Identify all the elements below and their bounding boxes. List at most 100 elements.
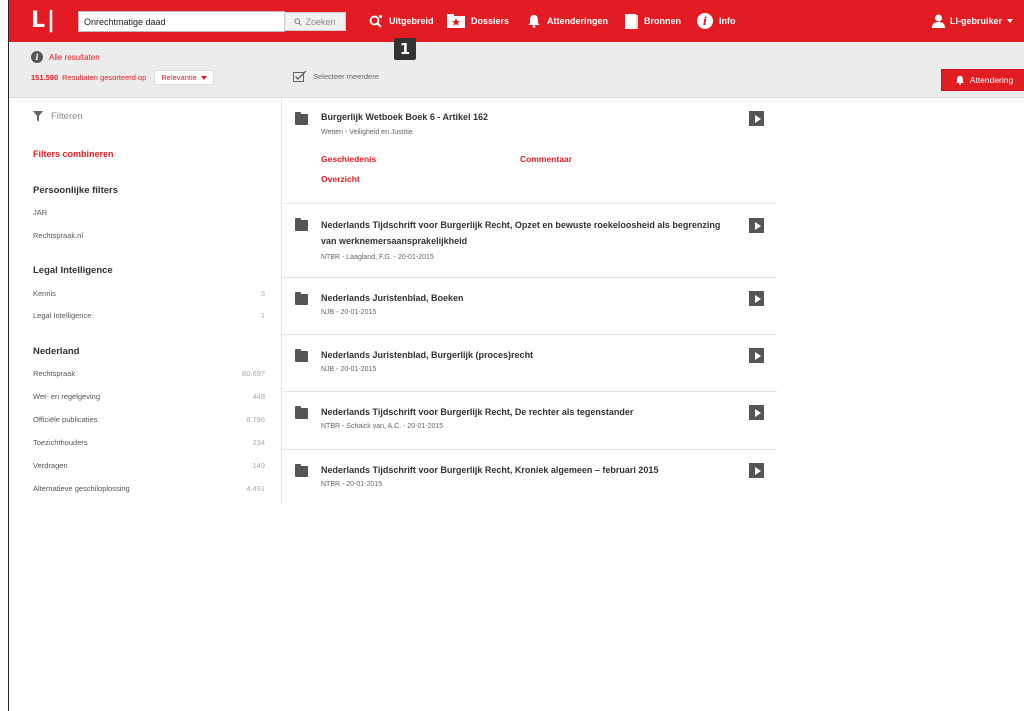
filter-header[interactable]: Filteren bbox=[33, 111, 83, 122]
result-item: Nederlands Juristenblad, Burgerlijk (pro… bbox=[283, 335, 777, 392]
dossier-star-icon[interactable] bbox=[295, 349, 308, 362]
nav-advanced[interactable]: Uitgebreid bbox=[369, 0, 434, 42]
result-link-geschiedenis[interactable]: Geschiedenis bbox=[321, 154, 376, 164]
result-meta: NJB - 20-01-2015 bbox=[321, 309, 377, 316]
user-label: LI-gebruiker bbox=[949, 16, 1002, 26]
nav-info[interactable]: i Info bbox=[697, 0, 736, 42]
result-meta: NJB - 20-01-2015 bbox=[321, 366, 377, 373]
play-icon[interactable] bbox=[749, 348, 764, 363]
search-button[interactable]: Zoeken bbox=[284, 12, 346, 31]
play-icon[interactable] bbox=[749, 111, 764, 126]
result-meta: Wetten - Veiligheid en Justitie bbox=[321, 129, 413, 136]
filter-item-count: 8.796 bbox=[246, 415, 265, 424]
search-icon bbox=[294, 17, 303, 26]
filter-item-label: Verdragen bbox=[33, 461, 68, 470]
checklist-icon bbox=[293, 70, 307, 82]
result-item: Burgerlijk Wetboek Boek 6 - Artikel 162 … bbox=[283, 99, 777, 204]
filter-item-label: Rechtspraak.nl bbox=[33, 231, 84, 240]
result-item: Nederlands Tijdschrift voor Burgerlijk R… bbox=[283, 204, 777, 278]
user-menu[interactable]: LI-gebruiker bbox=[931, 0, 1013, 42]
result-title[interactable]: Nederlands Juristenblad, Burgerlijk (pro… bbox=[321, 347, 721, 363]
all-results-label: Alle resultaten bbox=[49, 52, 100, 62]
user-icon bbox=[931, 14, 945, 28]
filter-item[interactable]: JAR bbox=[33, 208, 265, 217]
filter-item[interactable]: Legal Intelligence 1 bbox=[33, 311, 265, 320]
info-icon: i bbox=[31, 51, 43, 63]
filter-item[interactable]: Kennis 3 bbox=[33, 289, 265, 298]
filter-item-label: Wet- en regelgeving bbox=[33, 392, 100, 401]
search-bar: Zoeken bbox=[78, 11, 359, 32]
bell-icon bbox=[955, 75, 964, 85]
filter-item-label: Officiële publicaties bbox=[33, 415, 98, 424]
filter-item[interactable]: Verdragen 149 bbox=[33, 461, 265, 470]
dossier-star-icon bbox=[447, 14, 465, 28]
search-button-label: Zoeken bbox=[305, 16, 336, 27]
filter-item[interactable]: Toezichthouders 234 bbox=[33, 438, 265, 447]
result-link-commentaar[interactable]: Commentaar bbox=[520, 154, 572, 164]
all-results-link[interactable]: i Alle resultaten bbox=[31, 51, 100, 63]
play-icon[interactable] bbox=[749, 405, 764, 420]
sort-select-value: Relevantie bbox=[161, 73, 197, 82]
dossier-star-icon[interactable] bbox=[295, 218, 308, 231]
funnel-icon bbox=[33, 111, 43, 122]
legal-intelligence-heading: Legal Intelligence bbox=[33, 265, 113, 276]
logo[interactable]: L| bbox=[31, 9, 55, 33]
filter-item[interactable]: Wet- en regelgeving 448 bbox=[33, 392, 265, 401]
bell-icon bbox=[528, 15, 540, 28]
nav-info-label: Info bbox=[719, 16, 736, 26]
filter-sidebar: Filteren Filters combineren Persoonlijke… bbox=[9, 99, 282, 504]
dossier-star-icon[interactable] bbox=[295, 464, 308, 477]
play-icon[interactable] bbox=[749, 291, 764, 306]
nav-attenderingen[interactable]: Attenderingen bbox=[527, 0, 608, 42]
result-item: Nederlands Tijdschrift voor Burgerlijk R… bbox=[283, 392, 777, 450]
filter-item-label: Toezichthouders bbox=[33, 438, 88, 447]
nav-dossiers[interactable]: Dossiers bbox=[447, 0, 509, 42]
nederland-heading: Nederland bbox=[33, 346, 80, 357]
play-icon[interactable] bbox=[749, 463, 764, 478]
result-title[interactable]: Nederlands Juristenblad, Boeken bbox=[321, 290, 721, 306]
filter-item-count: 4.491 bbox=[246, 484, 265, 493]
filter-item-count: 1 bbox=[260, 311, 265, 320]
callout-badge-1: 1 bbox=[394, 38, 416, 60]
dossier-star-icon[interactable] bbox=[295, 292, 308, 305]
advanced-search-icon bbox=[369, 14, 383, 28]
filter-item[interactable]: Rechtspraak 80.697 bbox=[33, 369, 265, 378]
filter-item-label: JAR bbox=[33, 208, 48, 217]
filter-item-count: 3 bbox=[260, 289, 265, 298]
personal-filters-heading: Persoonlijke filters bbox=[33, 185, 119, 196]
play-icon[interactable] bbox=[749, 218, 764, 233]
sort-select[interactable]: Relevantie bbox=[154, 70, 214, 85]
result-meta: NTBR - Schaick van, A.C. - 20-01-2015 bbox=[321, 423, 444, 430]
select-multiple-button[interactable]: Selecteer meerdere bbox=[293, 70, 379, 82]
nav-bronnen-label: Bronnen bbox=[644, 16, 681, 26]
info-icon: i bbox=[697, 13, 713, 29]
result-title[interactable]: Nederlands Tijdschrift voor Burgerlijk R… bbox=[321, 217, 721, 249]
attendering-button[interactable]: Attendering bbox=[941, 69, 1024, 91]
filter-item-count: 448 bbox=[252, 392, 265, 401]
result-title[interactable]: Nederlands Tijdschrift voor Burgerlijk R… bbox=[321, 404, 721, 420]
app-frame: L| Zoeken Uitgebreid Dossiers Attenderin… bbox=[8, 0, 1024, 711]
nav-bronnen[interactable]: Bronnen bbox=[625, 0, 681, 42]
filter-item-label: Alternatieve geschiloplossing bbox=[33, 484, 130, 493]
chevron-down-icon bbox=[200, 75, 207, 80]
result-title[interactable]: Burgerlijk Wetboek Boek 6 - Artikel 162 bbox=[321, 109, 721, 125]
result-title[interactable]: Nederlands Tijdschrift voor Burgerlijk R… bbox=[321, 462, 721, 478]
result-count-suffix: Resultaten gesorteerd op bbox=[62, 73, 147, 82]
filter-item[interactable]: Alternatieve geschiloplossing 4.491 bbox=[33, 484, 265, 493]
search-input[interactable] bbox=[78, 11, 285, 32]
filter-item-label: Legal Intelligence bbox=[33, 311, 92, 320]
attendering-label: Attendering bbox=[969, 75, 1014, 85]
combine-filters-link[interactable]: Filters combineren bbox=[33, 149, 114, 159]
results-list: Burgerlijk Wetboek Boek 6 - Artikel 162 … bbox=[283, 99, 777, 504]
result-meta: NTBR - Laagland, F.G. - 20-01-2015 bbox=[321, 254, 434, 261]
result-link-overzicht[interactable]: Overzicht bbox=[321, 174, 360, 184]
select-multiple-label: Selecteer meerdere bbox=[313, 71, 379, 81]
filter-item-label: Rechtspraak bbox=[33, 369, 76, 378]
filter-item[interactable]: Rechtspraak.nl bbox=[33, 231, 265, 240]
dossier-star-icon[interactable] bbox=[295, 112, 308, 125]
nav-dossiers-label: Dossiers bbox=[471, 16, 510, 26]
result-count: 151.590 bbox=[31, 73, 59, 82]
dossier-star-icon[interactable] bbox=[295, 406, 308, 419]
filter-item-label: Kennis bbox=[33, 289, 56, 298]
filter-item[interactable]: Officiële publicaties 8.796 bbox=[33, 415, 265, 424]
